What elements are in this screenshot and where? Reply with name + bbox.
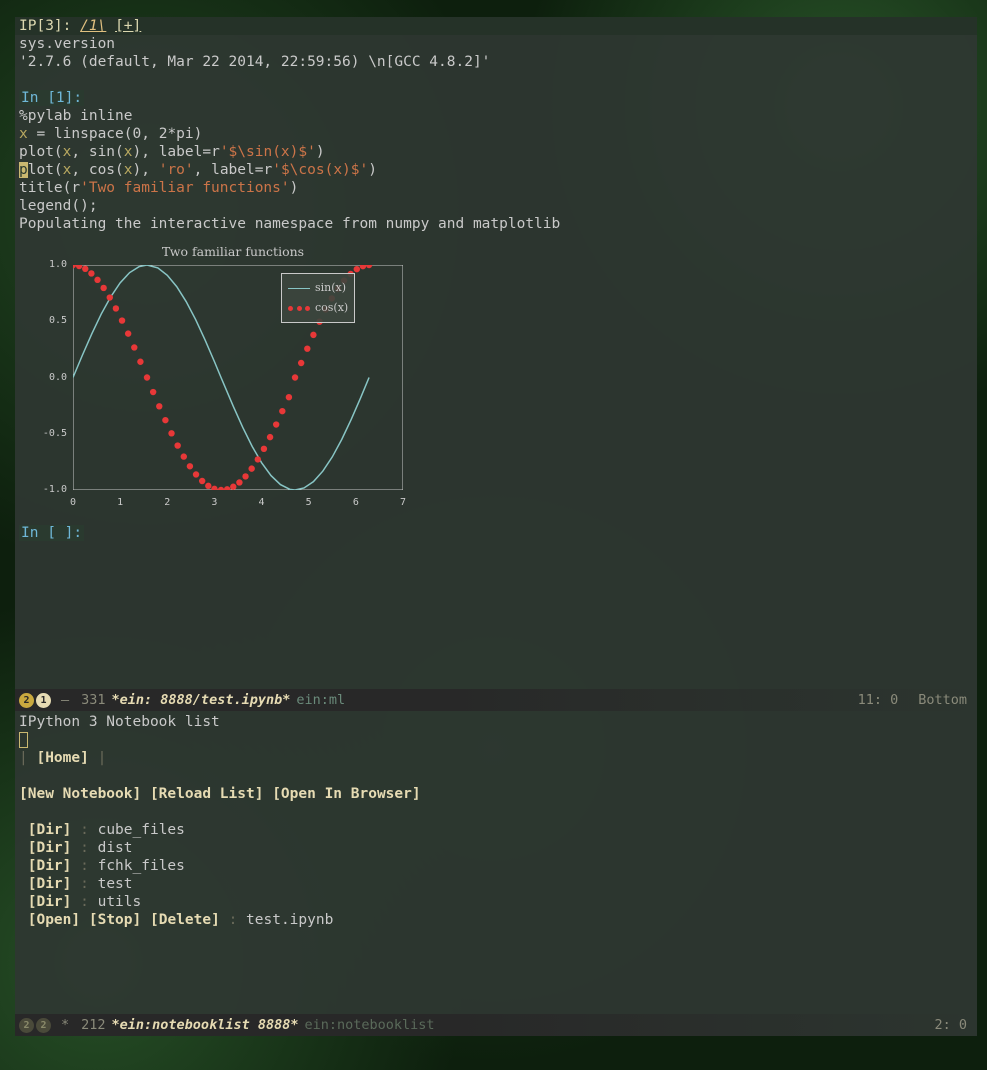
- code-area[interactable]: sys.version '2.7.6 (default, Mar 22 2014…: [15, 35, 977, 542]
- window-badge[interactable]: 2: [19, 1018, 34, 1033]
- cursor: [19, 732, 28, 748]
- legend-entry: cos(x): [315, 299, 348, 317]
- reload-list-button[interactable]: [Reload List]: [150, 786, 264, 802]
- header-add-tab[interactable]: [+]: [115, 18, 141, 34]
- window-badge[interactable]: 2: [19, 693, 34, 708]
- notebooklist-content[interactable]: IPython 3 Notebook list | [Home] | [New …: [15, 711, 977, 931]
- code-line: %pylab inline: [19, 108, 133, 124]
- home-link[interactable]: [Home]: [36, 750, 88, 766]
- open-browser-button[interactable]: [Open In Browser]: [272, 786, 420, 802]
- cursor: p: [19, 162, 28, 178]
- dir-link[interactable]: [Dir]: [28, 822, 72, 838]
- major-mode: ein:ml: [290, 692, 351, 708]
- scroll-position: Bottom: [918, 692, 967, 708]
- buffer-name: *ein: 8888/test.ipynb*: [112, 692, 291, 708]
- legend-line-icon: [288, 288, 310, 289]
- stop-button[interactable]: [Stop]: [89, 912, 141, 928]
- dir-name[interactable]: cube_files: [98, 822, 185, 838]
- dir-name[interactable]: dist: [98, 840, 133, 856]
- statusbar-bottom: 2 2 * 212 *ein:notebooklist 8888* ein:no…: [15, 1014, 977, 1036]
- legend-entry: sin(x): [315, 279, 346, 297]
- y-axis-ticks: 1.0 0.5 0.0 -0.5 -1.0: [23, 265, 69, 490]
- major-mode: ein:notebooklist: [298, 1017, 440, 1033]
- notebooklist-title: IPython 3 Notebook list: [19, 713, 973, 731]
- output-text: Populating the interactive namespace fro…: [19, 216, 560, 232]
- x-axis-ticks: 0 1 2 3 4 5 6 7: [73, 494, 403, 508]
- in-prompt: In [1]:: [19, 90, 84, 106]
- window-badge[interactable]: 1: [36, 693, 51, 708]
- notebook-panel: IP[3]: /1\ [+] sys.version '2.7.6 (defau…: [15, 17, 977, 711]
- dir-link[interactable]: [Dir]: [28, 894, 72, 910]
- chart: Two familiar functions 1.0 0.5 0.0 -0.5 …: [23, 243, 403, 508]
- header-active-tab[interactable]: /1\: [80, 18, 106, 34]
- header-prefix: IP[3]:: [19, 18, 71, 34]
- output-line: '2.7.6 (default, Mar 22 2014, 22:59:56) …: [19, 54, 490, 70]
- line-col: 11: 0: [858, 692, 899, 708]
- open-button[interactable]: [Open]: [28, 912, 80, 928]
- legend-dot-icon: [288, 306, 310, 311]
- file-name[interactable]: test.ipynb: [246, 912, 333, 928]
- dir-link[interactable]: [Dir]: [28, 876, 72, 892]
- dir-name[interactable]: test: [98, 876, 133, 892]
- dir-name[interactable]: utils: [98, 894, 142, 910]
- code-line: sys.version: [19, 36, 115, 52]
- statusbar-top: 2 1 — 331 *ein: 8888/test.ipynb* ein:ml …: [15, 689, 977, 711]
- header-bar: IP[3]: /1\ [+]: [15, 17, 977, 35]
- dir-link[interactable]: [Dir]: [28, 858, 72, 874]
- chart-title: Two familiar functions: [63, 243, 403, 261]
- dir-link[interactable]: [Dir]: [28, 840, 72, 856]
- notebooklist-panel: IPython 3 Notebook list | [Home] | [New …: [15, 711, 977, 1036]
- buffer-name: *ein:notebooklist 8888*: [112, 1017, 299, 1033]
- new-notebook-button[interactable]: [New Notebook]: [19, 786, 141, 802]
- delete-button[interactable]: [Delete]: [150, 912, 220, 928]
- window-badge[interactable]: 2: [36, 1018, 51, 1033]
- line-col: 2: 0: [934, 1017, 967, 1033]
- dir-name[interactable]: fchk_files: [98, 858, 185, 874]
- in-prompt-empty[interactable]: In [ ]:: [19, 525, 84, 541]
- chart-legend: sin(x) cos(x): [281, 273, 355, 323]
